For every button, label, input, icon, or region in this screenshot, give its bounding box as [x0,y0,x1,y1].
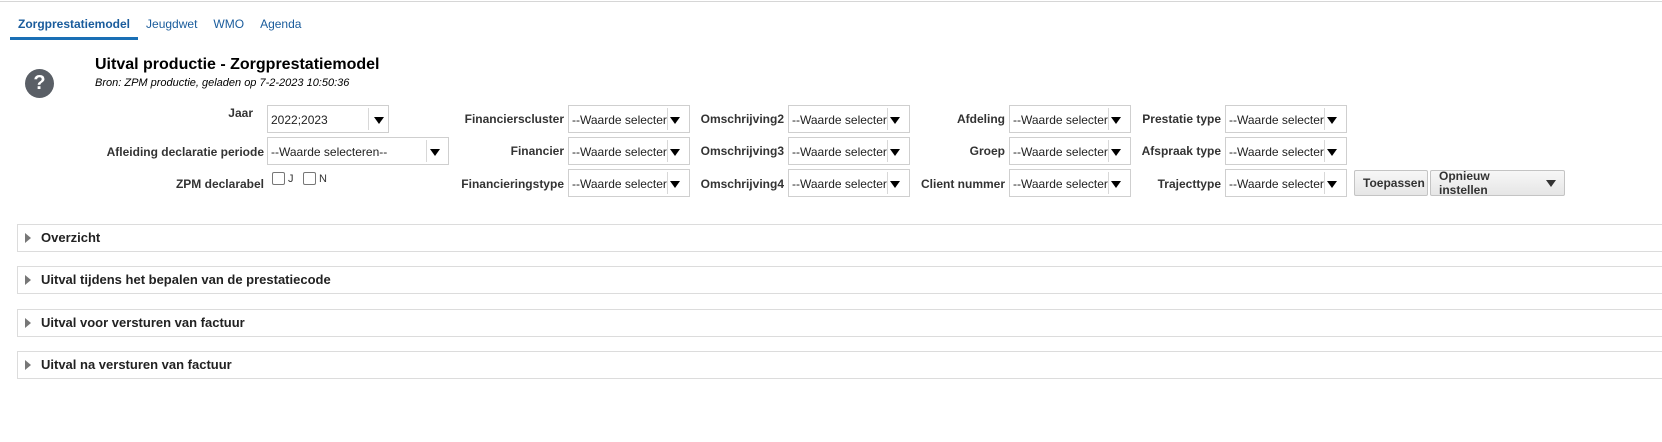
financierscluster-label: Financierscluster [464,112,564,126]
omschrijving3-value: --Waarde selecteren-- [792,145,888,159]
chevron-down-icon [670,181,680,188]
chevron-down-icon [374,117,384,124]
section-uitval-prestatiecode[interactable]: Uitval tijdens het bepalen van de presta… [17,266,1662,294]
afleiding-value: --Waarde selecteren-- [271,145,388,159]
afdeling-select[interactable]: --Waarde selecteren-- [1009,105,1131,133]
omschrijving4-value: --Waarde selecteren-- [792,177,888,191]
page-subtitle: Bron: ZPM productie, geladen op 7-2-2023… [95,77,350,89]
afdeling-value: --Waarde selecteren-- [1013,113,1109,127]
financier-value: --Waarde selecteren-- [572,145,668,159]
expand-triangle-icon[interactable] [25,318,31,328]
zpm-declarabel-n-checkbox[interactable] [303,172,316,185]
chevron-down-icon [670,149,680,156]
jaar-select[interactable]: 2022;2023 [267,105,389,133]
financierscluster-select[interactable]: --Waarde selecteren-- [568,105,690,133]
afspraak-type-select[interactable]: --Waarde selecteren-- [1225,137,1347,165]
chevron-down-icon [890,149,900,156]
afspraak-type-label: Afspraak type [1141,144,1221,158]
chevron-down-icon [1546,179,1556,187]
chevron-down-icon [1327,117,1337,124]
client-nummer-select[interactable]: --Waarde selecteren-- [1009,169,1131,197]
financier-select[interactable]: --Waarde selecteren-- [568,137,690,165]
tab-agenda[interactable]: Agenda [252,12,309,40]
financier-label: Financier [510,144,564,158]
expand-triangle-icon[interactable] [25,233,31,243]
afleiding-select[interactable]: --Waarde selecteren-- [267,137,449,165]
section-uitval-voor-factuur[interactable]: Uitval voor versturen van factuur [17,309,1662,337]
zpm-declarabel-j-label: J [288,173,294,185]
chevron-down-icon [670,117,680,124]
prestatie-type-select[interactable]: --Waarde selecteren-- [1225,105,1347,133]
chevron-down-icon [1111,149,1121,156]
afleiding-label: Afleiding declaratie periode [106,145,264,159]
reset-button-label: Opnieuw instellen [1439,169,1490,197]
trajecttype-select[interactable]: --Waarde selecteren-- [1225,169,1347,197]
apply-button[interactable]: Toepassen [1354,170,1428,196]
tab-wmo[interactable]: WMO [205,12,252,40]
chevron-down-icon [1327,181,1337,188]
section-title: Uitval voor versturen van factuur [41,315,245,330]
apply-button-label: Toepassen [1363,176,1425,190]
financieringstype-select[interactable]: --Waarde selecteren-- [568,169,690,197]
zpm-declarabel-label: ZPM declarabel [175,177,264,191]
top-border [0,1,1662,2]
afdeling-label: Afdeling [957,112,1005,126]
zpm-declarabel-n-label: N [319,173,327,185]
section-title: Uitval tijdens het bepalen van de presta… [41,272,331,287]
jaar-value: 2022;2023 [271,113,328,127]
groep-value: --Waarde selecteren-- [1013,145,1109,159]
omschrijving3-label: Omschrijving3 [700,144,784,158]
chevron-down-icon [890,181,900,188]
prestatie-type-value: --Waarde selecteren-- [1229,113,1325,127]
chevron-down-icon [1111,117,1121,124]
chevron-down-icon [430,149,440,156]
question-icon[interactable]: ? [25,69,54,98]
zpm-declarabel-j-checkbox[interactable] [272,172,285,185]
omschrijving2-value: --Waarde selecteren-- [792,113,888,127]
financieringstype-value: --Waarde selecteren-- [572,177,668,191]
section-title: Overzicht [41,230,101,245]
section-uitval-na-factuur[interactable]: Uitval na versturen van factuur [17,351,1662,379]
reset-button[interactable]: Opnieuw instellen [1430,169,1565,197]
financierscluster-value: --Waarde selecteren-- [572,113,668,127]
client-nummer-value: --Waarde selecteren-- [1013,177,1109,191]
trajecttype-label: Trajecttype [1157,177,1221,191]
prestatie-type-label: Prestatie type [1142,112,1221,126]
groep-select[interactable]: --Waarde selecteren-- [1009,137,1131,165]
groep-label: Groep [969,144,1005,158]
financieringstype-label: Financieringstype [461,177,564,191]
omschrijving4-label: Omschrijving4 [700,177,784,191]
section-title: Uitval na versturen van factuur [41,357,232,372]
trajecttype-value: --Waarde selecteren-- [1229,177,1325,191]
omschrijving3-select[interactable]: --Waarde selecteren-- [788,137,910,165]
expand-triangle-icon[interactable] [25,360,31,370]
page-title: Uitval productie - Zorgprestatiemodel [95,56,380,73]
omschrijving4-select[interactable]: --Waarde selecteren-- [788,169,910,197]
expand-triangle-icon[interactable] [25,275,31,285]
omschrijving2-label: Omschrijving2 [700,112,784,126]
tab-jeugdwet[interactable]: Jeugdwet [138,12,205,40]
client-nummer-label: Client nummer [920,177,1005,191]
chevron-down-icon [1327,149,1337,156]
section-overzicht[interactable]: Overzicht [17,224,1662,252]
omschrijving2-select[interactable]: --Waarde selecteren-- [788,105,910,133]
tab-zorgprestatiemodel[interactable]: Zorgprestatiemodel [10,12,139,40]
jaar-label: Jaar [228,106,253,120]
chevron-down-icon [1111,181,1121,188]
afspraak-type-value: --Waarde selecteren-- [1229,145,1325,159]
chevron-down-icon [890,117,900,124]
tab-bar: Zorgprestatiemodel Jeugdwet WMO Agenda [10,12,309,40]
